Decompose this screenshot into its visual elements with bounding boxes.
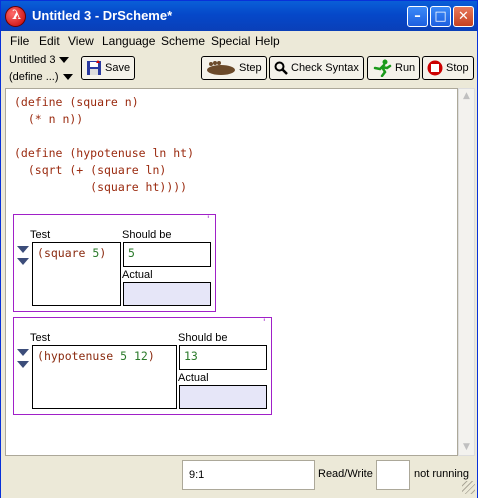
menu-language[interactable]: Language [102, 34, 155, 48]
actual-label: Actual [178, 372, 209, 384]
foot-icon [207, 61, 235, 75]
stop-button[interactable]: Stop [422, 56, 474, 80]
magnifier-icon [274, 61, 288, 75]
test-expression-field[interactable]: (square 5) [32, 242, 121, 306]
stop-label: Stop [446, 62, 469, 74]
scroll-down-icon[interactable]: ▼ [459, 440, 474, 455]
position-field: 9:1 [182, 460, 315, 490]
collapse-arrow-icon[interactable] [17, 246, 29, 253]
window-title: Untitled 3 - DrScheme* [32, 8, 173, 23]
define-nav-menu[interactable]: (define ...) [9, 71, 73, 83]
resize-grip-icon[interactable] [462, 481, 475, 494]
save-icon [87, 60, 101, 75]
code-line: (* n n)) [14, 112, 84, 126]
test-label: Test [30, 332, 51, 344]
file-nav-label: Untitled 3 [9, 54, 56, 66]
scroll-up-icon[interactable]: ▲ [459, 89, 474, 104]
should-be-label: Should be [178, 332, 228, 344]
runner-icon [373, 59, 392, 77]
menu-view[interactable]: View [68, 34, 94, 48]
actual-value-field [179, 385, 267, 409]
check-syntax-label: Check Syntax [291, 62, 359, 74]
menu-file[interactable]: File [10, 34, 29, 48]
menu-special[interactable]: Special [211, 34, 250, 48]
check-syntax-button[interactable]: Check Syntax [269, 56, 364, 80]
menu-edit[interactable]: Edit [39, 34, 60, 48]
drscheme-logo-icon [5, 6, 26, 27]
file-nav-menu[interactable]: Untitled 3 [9, 54, 70, 66]
should-be-label: Should be [122, 229, 172, 241]
code-line: (square ht)))) [14, 180, 188, 194]
collapse-arrow-icon[interactable] [17, 349, 29, 356]
vertical-scrollbar[interactable]: ▲ ▼ [458, 88, 475, 456]
expand-arrow-icon[interactable] [17, 361, 29, 368]
chevron-down-icon [62, 74, 73, 81]
test-case-box[interactable]: ' Test Should be (square 5) 5 Actual [13, 214, 216, 312]
test-argument: 5 12 [120, 349, 148, 363]
cursor-position: 9:1 [189, 469, 205, 481]
chevron-down-icon [59, 57, 70, 64]
test-box-corner-mark: ' [263, 318, 266, 328]
code-line: (sqrt (+ (square ln) [14, 163, 167, 177]
expected-value-field[interactable]: 5 [123, 242, 211, 267]
test-function: hypotenuse [43, 349, 114, 363]
status-bar: 9:1 Read/Write not running [1, 456, 477, 498]
read-write-mode: Read/Write [318, 468, 373, 480]
actual-label: Actual [122, 269, 153, 281]
menu-scheme[interactable]: Scheme [161, 34, 205, 48]
run-button[interactable]: Run [367, 56, 421, 80]
code-line: (define (square n) [14, 95, 139, 109]
gc-indicator [376, 460, 410, 490]
stop-icon [427, 60, 443, 76]
step-label: Step [239, 62, 262, 74]
toolbar: Untitled 3 (define ...) Save Step Check … [1, 50, 477, 88]
menu-help[interactable]: Help [255, 34, 280, 48]
actual-value-field [123, 282, 211, 306]
save-label: Save [105, 62, 131, 74]
definitions-editor[interactable]: (define (square n) (* n n)) (define (hyp… [5, 88, 458, 456]
test-argument: 5 [92, 246, 100, 260]
test-box-corner-mark: ' [207, 215, 210, 225]
title-bar[interactable]: Untitled 3 - DrScheme* – □ ✕ [1, 1, 477, 31]
test-label: Test [30, 229, 51, 241]
define-nav-label: (define ...) [9, 71, 59, 83]
test-function: square [43, 246, 86, 260]
minimize-icon[interactable]: – [407, 6, 428, 27]
expected-value-field[interactable]: 13 [179, 345, 267, 370]
close-icon[interactable]: ✕ [453, 6, 474, 27]
test-expression-field[interactable]: (hypotenuse 5 12) [32, 345, 177, 409]
maximize-icon[interactable]: □ [430, 6, 451, 27]
test-case-box[interactable]: ' Test Should be (hypotenuse 5 12) 13 Ac… [13, 317, 272, 415]
step-button[interactable]: Step [201, 56, 267, 80]
drscheme-window: Untitled 3 - DrScheme* – □ ✕ File Edit V… [0, 0, 478, 498]
code-line: (define (hypotenuse ln ht) [14, 146, 195, 160]
run-label: Run [395, 62, 416, 74]
expand-arrow-icon[interactable] [17, 258, 29, 265]
running-status: not running [414, 468, 470, 480]
menu-bar: File Edit View Language Scheme Special H… [1, 31, 477, 50]
save-button[interactable]: Save [81, 56, 136, 80]
